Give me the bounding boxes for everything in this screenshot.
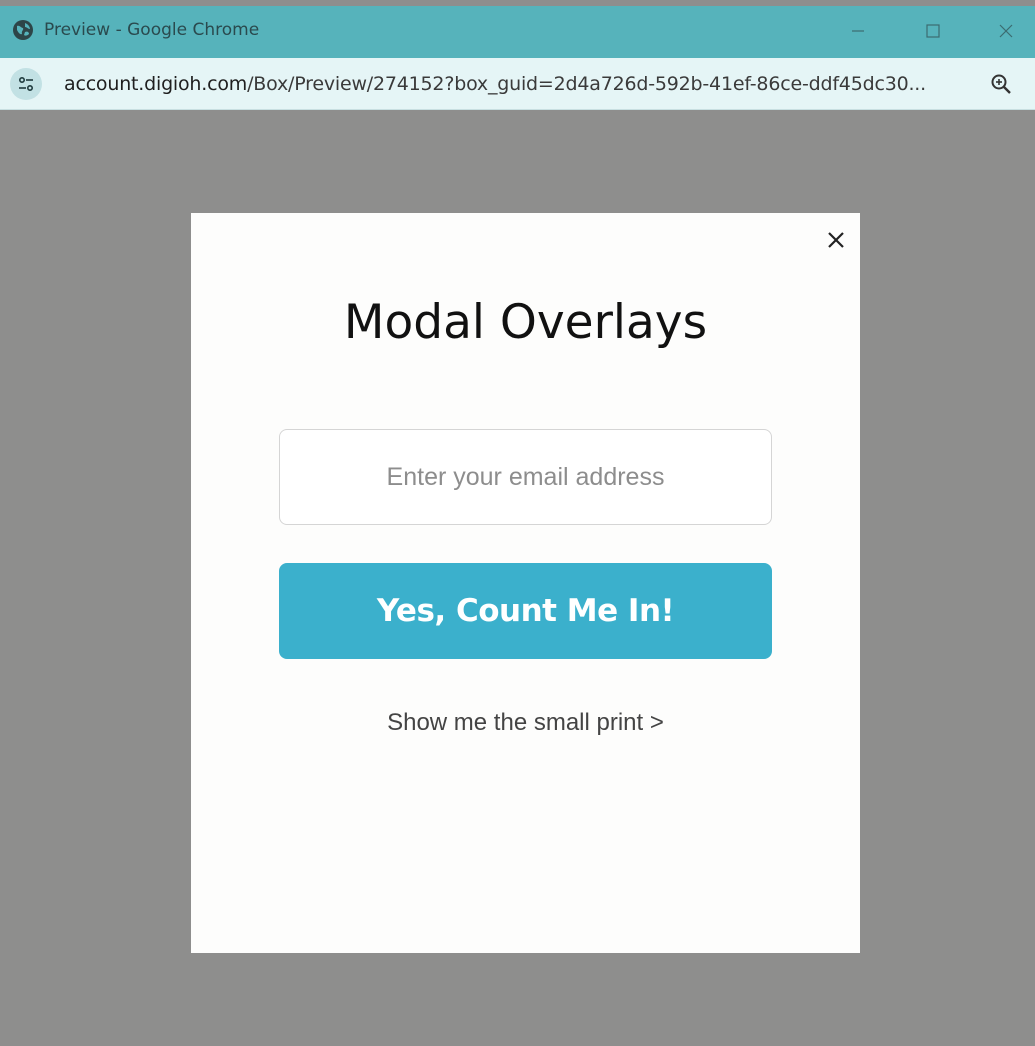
site-info-button[interactable] — [10, 68, 42, 100]
minimize-button[interactable] — [838, 16, 878, 46]
email-input[interactable] — [279, 429, 772, 525]
small-print-link[interactable]: Show me the small print > — [191, 709, 860, 737]
maximize-button[interactable] — [913, 16, 953, 46]
url-text[interactable]: account.digioh.com/Box/Preview/274152?bo… — [64, 73, 926, 95]
url-domain: account.digioh.com — [64, 73, 248, 95]
subscribe-button[interactable]: Yes, Count Me In! — [279, 563, 772, 659]
title-bar: Preview - Google Chrome — [0, 6, 1035, 58]
url-path: /Box/Preview/274152?box_guid=2d4a726d-59… — [247, 73, 926, 95]
window-title: Preview - Google Chrome — [44, 20, 260, 40]
address-bar: account.digioh.com/Box/Preview/274152?bo… — [0, 58, 1035, 110]
maximize-icon — [926, 24, 940, 38]
close-icon[interactable] — [823, 227, 849, 253]
modal-title: Modal Overlays — [343, 295, 708, 350]
close-icon — [999, 24, 1013, 38]
zoom-icon[interactable] — [988, 71, 1014, 97]
window-close-button[interactable] — [986, 16, 1026, 46]
browser-window: Preview - Google Chrome account.digioh.c… — [0, 0, 1035, 1046]
modal-dialog: Modal Overlays Yes, Count Me In! Show me… — [191, 213, 860, 953]
globe-icon — [13, 20, 33, 40]
minimize-icon — [852, 30, 864, 32]
tune-icon — [18, 76, 34, 92]
